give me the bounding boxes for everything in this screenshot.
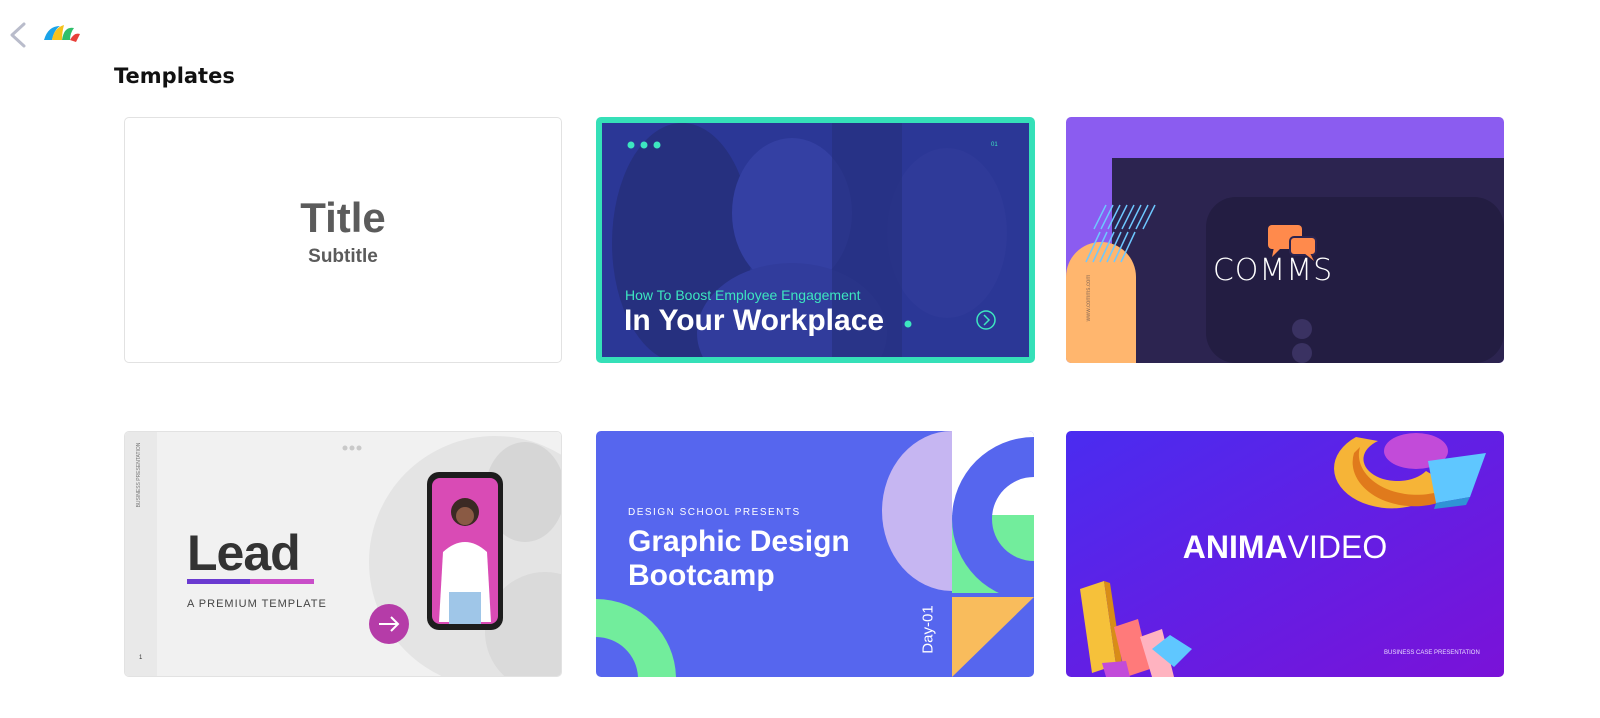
template-card-graphic-design-bootcamp[interactable]: DESIGN SCHOOL PRESENTS Graphic Design Bo… xyxy=(596,431,1034,677)
card-headline: In Your Workplace xyxy=(624,304,885,337)
template-card-anima-video[interactable]: ANIMAVIDEO BUSINESS CASE PRESENTATION xyxy=(1066,431,1504,677)
card-tagline: A PREMIUM TEMPLATE xyxy=(187,598,327,610)
card-brand-bold: ANIMA xyxy=(1182,529,1288,565)
card-brand: ANIMAVIDEO xyxy=(1066,529,1504,566)
template-card-lead[interactable]: Lead A PREMIUM TEMPLATE BUSINESS PRESENT… xyxy=(124,431,562,677)
logo-icon xyxy=(44,25,80,42)
card-headline-line-1: Graphic Design xyxy=(628,525,850,558)
template-card-comms[interactable]: COMMS www.comms.com xyxy=(1066,117,1504,363)
template-card-employee-engagement[interactable]: 01 How To Boost Employee Engagement In Y… xyxy=(596,117,1035,363)
card-headline-line-2: Bootcamp xyxy=(628,559,775,592)
page-title: Templates xyxy=(114,64,235,88)
card-headline: Lead xyxy=(187,525,301,581)
chevron-left-icon xyxy=(10,22,26,48)
card-title-text: Title xyxy=(300,194,386,241)
card-side-text: BUSINESS PRESENTATION xyxy=(136,442,142,508)
card-brand-light: VIDEO xyxy=(1287,529,1388,565)
card-footer: BUSINESS CASE PRESENTATION xyxy=(1384,650,1480,656)
page-number: 01 xyxy=(991,142,998,148)
card-background-art xyxy=(1066,117,1504,363)
top-bar xyxy=(0,0,1600,70)
card-kicker: DESIGN SCHOOL PRESENTS xyxy=(628,507,801,518)
card-side-text: www.comms.com xyxy=(1086,274,1092,322)
card-day-label: Day-01 xyxy=(919,605,937,654)
app-logo[interactable] xyxy=(42,20,82,44)
page-number: 1 xyxy=(139,655,143,661)
card-subtitle-text: Subtitle xyxy=(308,246,378,267)
card-kicker: How To Boost Employee Engagement xyxy=(625,287,861,303)
template-card-blank[interactable]: Title Subtitle xyxy=(124,117,562,363)
back-button[interactable] xyxy=(6,20,30,50)
card-brand: COMMS xyxy=(1212,253,1334,288)
